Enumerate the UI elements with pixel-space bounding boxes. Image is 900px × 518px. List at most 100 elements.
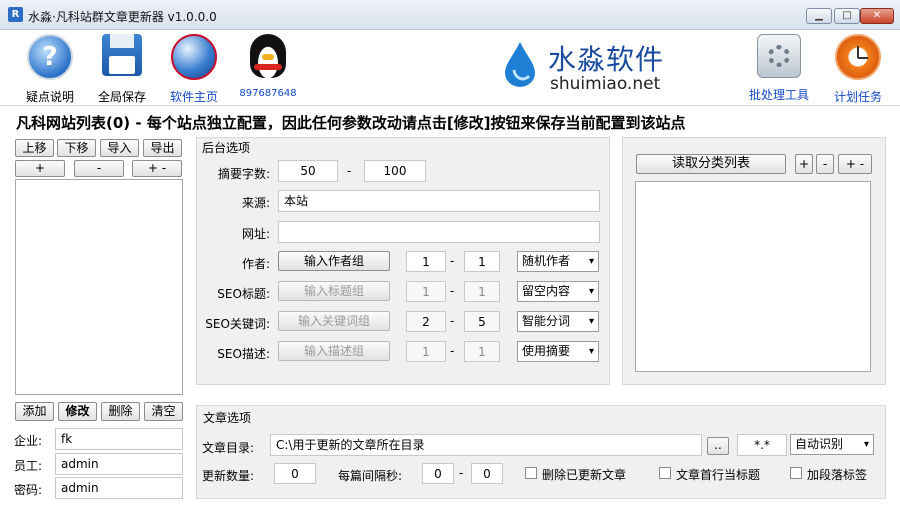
toolbar-schedule-button[interactable]: 计划任务 <box>830 34 886 105</box>
move-down-button[interactable]: 下移 <box>57 139 96 157</box>
employee-input[interactable]: admin <box>55 453 183 475</box>
update-count-input[interactable]: 0 <box>274 463 316 484</box>
password-label: 密码: <box>14 483 43 497</box>
toolbar-save-button[interactable]: 全局保存 <box>94 34 150 105</box>
maximize-button[interactable]: □ <box>834 8 860 24</box>
company-input[interactable]: fk <box>55 428 183 450</box>
site-list[interactable] <box>15 179 183 395</box>
seo-title-min-input[interactable]: 1 <box>406 281 446 302</box>
expand-button[interactable]: + <box>15 160 65 177</box>
source-label: 来源: <box>241 196 270 210</box>
seo-keywords-dash: - <box>450 314 455 328</box>
clock-icon <box>835 34 881 80</box>
article-dir-label: 文章目录: <box>202 441 255 455</box>
site-list-heading: 凡科网站列表(0) - 每个站点独立配置，因此任何参数改动请点击[修改]按钮来保… <box>16 114 686 132</box>
interval-min-input[interactable]: 0 <box>422 463 454 484</box>
seo-title-dash: - <box>450 284 455 298</box>
add-paragraph-tag-label: 加段落标签 <box>807 468 868 482</box>
seo-description-dash: - <box>450 344 455 358</box>
modify-site-button[interactable]: 修改 <box>58 402 97 421</box>
password-input[interactable]: admin <box>55 477 183 499</box>
input-title-group-button[interactable]: 输入标题组 <box>278 281 390 301</box>
author-mode-select[interactable]: 随机作者 <box>517 251 599 272</box>
seo-keywords-mode-value: 智能分词 <box>522 314 571 328</box>
move-up-button[interactable]: 上移 <box>15 139 54 157</box>
update-count-label: 更新数量: <box>202 469 255 483</box>
delete-updated-checkbox[interactable] <box>525 467 537 479</box>
input-description-group-button[interactable]: 输入描述组 <box>278 341 390 361</box>
employee-label: 员工: <box>14 459 43 473</box>
seo-description-mode-select[interactable]: 使用摘要 <box>517 341 599 362</box>
seo-title-max-input[interactable]: 1 <box>464 281 500 302</box>
first-line-title-checkbox[interactable] <box>659 467 671 479</box>
input-keyword-group-button[interactable]: 输入关键词组 <box>278 311 390 331</box>
batch-tool-icon <box>757 34 801 78</box>
export-button[interactable]: 导出 <box>143 139 182 157</box>
minimize-button[interactable]: ▁ <box>806 8 832 24</box>
clear-sites-button[interactable]: 清空 <box>144 402 183 421</box>
company-label: 企业: <box>14 434 43 448</box>
article-dir-input[interactable]: C:\用于更新的文章所在目录 <box>270 434 702 456</box>
category-collapse-button[interactable]: - <box>816 154 834 174</box>
toolbar-home-button[interactable]: 软件主页 <box>164 34 224 105</box>
seo-description-mode-value: 使用摘要 <box>522 344 571 358</box>
interval-max-input[interactable]: 0 <box>471 463 503 484</box>
window-title: 水淼·凡科站群文章更新器 v1.0.0.0 <box>28 10 217 24</box>
seo-description-max-input[interactable]: 1 <box>464 341 500 362</box>
floppy-save-icon <box>102 34 142 76</box>
toggle-button[interactable]: + - <box>132 160 182 177</box>
delete-updated-label: 删除已更新文章 <box>542 468 627 482</box>
first-line-title-label: 文章首行当标题 <box>676 468 761 482</box>
shuimiao-logo-icon <box>505 42 535 87</box>
interval-label: 每篇间隔秒: <box>338 469 403 483</box>
toolbar-qq-label: 897687648 <box>239 88 297 99</box>
category-toggle-button[interactable]: + - <box>838 154 872 174</box>
app-icon: R <box>8 7 23 22</box>
author-min-input[interactable]: 1 <box>406 251 446 272</box>
seo-keywords-mode-select[interactable]: 智能分词 <box>517 311 599 332</box>
author-max-input[interactable]: 1 <box>464 251 500 272</box>
qq-penguin-icon <box>250 34 286 78</box>
toolbar-help-label: 疑点说明 <box>25 90 74 104</box>
toolbar-help-button[interactable]: ? 疑点说明 <box>22 34 78 105</box>
category-expand-button[interactable]: + <box>795 154 813 174</box>
url-input[interactable] <box>278 221 600 243</box>
category-list[interactable] <box>635 181 871 372</box>
encoding-value: 自动识别 <box>795 437 844 451</box>
toolbar-save-label: 全局保存 <box>97 90 146 104</box>
article-options-title: 文章选项 <box>203 411 252 425</box>
browse-dir-button[interactable]: .. <box>707 437 729 455</box>
toolbar-schedule-label: 计划任务 <box>833 90 882 104</box>
url-label: 网址: <box>241 227 270 241</box>
import-button[interactable]: 导入 <box>100 139 139 157</box>
input-author-group-button[interactable]: 输入作者组 <box>278 251 390 271</box>
author-label: 作者: <box>241 257 270 271</box>
summary-separator: - <box>347 164 352 178</box>
seo-keywords-max-input[interactable]: 5 <box>464 311 500 332</box>
toolbar-batch-button[interactable]: 批处理工具 <box>748 34 810 103</box>
collapse-button[interactable]: - <box>74 160 124 177</box>
add-site-button[interactable]: 添加 <box>15 402 54 421</box>
author-dash: - <box>450 254 455 268</box>
file-ext-input[interactable]: *.* <box>737 434 787 456</box>
read-category-list-button[interactable]: 读取分类列表 <box>636 154 786 174</box>
backend-options-title: 后台选项 <box>202 141 251 155</box>
add-paragraph-tag-checkbox[interactable] <box>790 467 802 479</box>
seo-title-mode-select[interactable]: 留空内容 <box>517 281 599 302</box>
interval-dash: - <box>459 466 464 480</box>
close-button[interactable]: ✕ <box>860 8 894 24</box>
toolbar-qq-button[interactable]: 897687648 <box>238 34 298 99</box>
logo-text-cn: 水淼软件 <box>548 43 665 76</box>
summary-min-input[interactable]: 50 <box>278 160 338 182</box>
summary-length-label: 摘要字数: <box>217 167 270 181</box>
seo-title-label: SEO标题: <box>217 287 270 301</box>
seo-keywords-min-input[interactable]: 2 <box>406 311 446 332</box>
help-icon: ? <box>27 34 73 80</box>
delete-site-button[interactable]: 删除 <box>101 402 140 421</box>
summary-max-input[interactable]: 100 <box>364 160 426 182</box>
seo-keywords-label: SEO关键词: <box>205 317 270 331</box>
seo-description-min-input[interactable]: 1 <box>406 341 446 362</box>
encoding-select[interactable]: 自动识别 <box>790 434 874 455</box>
toolbar-home-label: 软件主页 <box>169 90 218 104</box>
source-input[interactable]: 本站 <box>278 190 600 212</box>
